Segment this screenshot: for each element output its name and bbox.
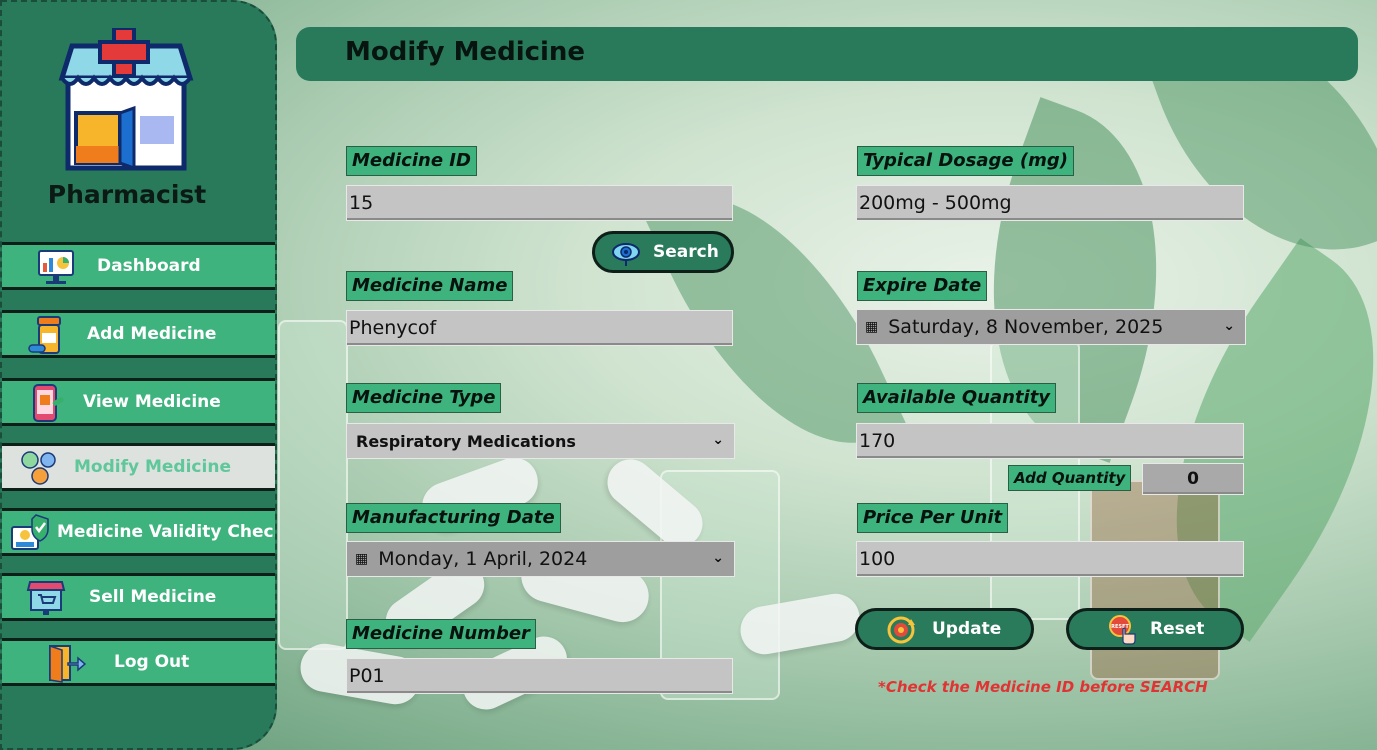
typical-dosage-input[interactable] bbox=[856, 185, 1244, 221]
search-hint-note: *Check the Medicine ID before SEARCH bbox=[878, 678, 1208, 696]
search-button[interactable]: Search bbox=[592, 231, 734, 273]
sidebar-item-label: View Medicine bbox=[83, 392, 221, 412]
sidebar-item-view-medicine[interactable]: View Medicine bbox=[2, 378, 275, 426]
sidebar-item-add-medicine[interactable]: Add Medicine bbox=[2, 310, 275, 358]
medicine-bottle-icon bbox=[28, 316, 61, 354]
sidebar-item-label: Log Out bbox=[114, 652, 190, 672]
price-per-unit-input[interactable] bbox=[856, 541, 1244, 577]
page-title: Modify Medicine bbox=[345, 37, 586, 67]
medicine-type-select[interactable]: Respiratory Medications ⌄ bbox=[346, 423, 735, 459]
available-quantity-input[interactable] bbox=[856, 423, 1244, 459]
medicine-type-value: Respiratory Medications bbox=[356, 431, 576, 451]
medicine-id-input[interactable] bbox=[346, 185, 733, 221]
manufacturing-date-value: Monday, 1 April, 2024 bbox=[378, 548, 588, 570]
eye-search-icon bbox=[612, 243, 640, 266]
pharmacy-store-icon bbox=[58, 28, 194, 171]
sidebar-item-label: Add Medicine bbox=[87, 324, 217, 344]
medicine-name-input[interactable] bbox=[346, 310, 733, 346]
phone-medicine-icon bbox=[33, 384, 64, 422]
validity-check-icon bbox=[11, 514, 49, 550]
expire-date-label: Expire Date bbox=[857, 271, 988, 301]
medicine-number-input[interactable] bbox=[346, 658, 733, 694]
shop-cart-icon bbox=[26, 581, 66, 615]
medicine-name-label: Medicine Name bbox=[346, 271, 514, 301]
add-quantity-label: Add Quantity bbox=[1008, 465, 1132, 491]
medicine-number-label: Medicine Number bbox=[346, 619, 536, 649]
sidebar-item-log-out[interactable]: Log Out bbox=[2, 638, 275, 686]
update-button[interactable]: Update bbox=[855, 608, 1034, 650]
chevron-down-icon: ⌄ bbox=[712, 550, 724, 566]
calendar-icon: ▦ bbox=[355, 551, 369, 567]
sidebar-item-dashboard[interactable]: Dashboard bbox=[2, 242, 275, 290]
sidebar-item-modify-medicine[interactable]: Modify Medicine bbox=[2, 443, 275, 491]
sidebar-item-label: Sell Medicine bbox=[89, 587, 217, 607]
dashboard-chart-icon bbox=[38, 250, 74, 284]
reset-hand-icon: RESET bbox=[1109, 615, 1136, 645]
update-button-label: Update bbox=[932, 619, 1002, 639]
medicine-id-label: Medicine ID bbox=[346, 146, 477, 176]
reset-button[interactable]: RESET Reset bbox=[1066, 608, 1244, 650]
update-refresh-icon bbox=[887, 616, 915, 644]
reset-icon-text: RESET bbox=[1111, 624, 1129, 630]
user-role-title: Pharmacist bbox=[47, 180, 207, 209]
sidebar-item-label: Medicine Validity Check bbox=[57, 522, 277, 542]
available-quantity-label: Available Quantity bbox=[857, 383, 1057, 413]
search-button-label: Search bbox=[653, 242, 719, 262]
calendar-icon: ▦ bbox=[865, 319, 879, 335]
reset-button-label: Reset bbox=[1150, 619, 1205, 639]
sidebar-item-validity-check[interactable]: Medicine Validity Check bbox=[2, 508, 277, 556]
price-per-unit-label: Price Per Unit bbox=[857, 503, 1009, 533]
manufacturing-date-label: Manufacturing Date bbox=[346, 503, 561, 533]
expire-date-picker[interactable]: ▦ Saturday, 8 November, 2025 ⌄ bbox=[856, 309, 1246, 345]
typical-dosage-label: Typical Dosage (mg) bbox=[857, 146, 1074, 176]
manufacturing-date-picker[interactable]: ▦ Monday, 1 April, 2024 ⌄ bbox=[346, 541, 735, 577]
chevron-down-icon: ⌄ bbox=[1223, 318, 1235, 334]
sidebar: Pharmacist Dashboard Add Medicine View M… bbox=[0, 0, 277, 750]
sidebar-item-label: Modify Medicine bbox=[74, 457, 231, 477]
page-header: Modify Medicine bbox=[296, 27, 1358, 81]
add-quantity-input[interactable] bbox=[1142, 463, 1244, 495]
modify-circles-icon bbox=[21, 451, 56, 485]
chevron-down-icon: ⌄ bbox=[712, 432, 724, 448]
sidebar-item-label: Dashboard bbox=[97, 256, 201, 276]
logout-door-icon bbox=[49, 644, 86, 683]
expire-date-value: Saturday, 8 November, 2025 bbox=[888, 316, 1164, 338]
medicine-type-label: Medicine Type bbox=[346, 383, 502, 413]
sidebar-item-sell-medicine[interactable]: Sell Medicine bbox=[2, 573, 275, 621]
